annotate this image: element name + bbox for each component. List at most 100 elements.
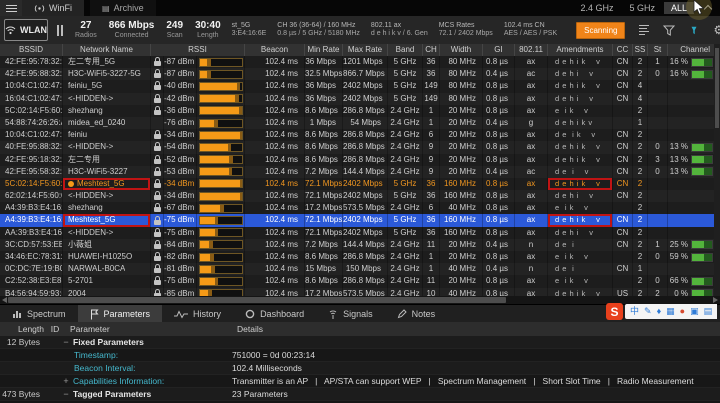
table-row[interactable]: 34:46:EC:78:31:5CHUAWEI-H1025O-82 dBm102…: [0, 251, 717, 263]
spatial-streams-cell: 2: [633, 275, 648, 287]
vertical-scrollbar-thumb[interactable]: [715, 48, 719, 128]
ime-pen-icon[interactable]: ✎: [644, 307, 652, 316]
column-header-min-rate[interactable]: Min Rate: [305, 44, 343, 56]
pause-scan-icon[interactable]: [57, 25, 63, 36]
table-row[interactable]: 62:02:14:F5:60:68<-HIDDEN->-34 dBm102.4 …: [0, 190, 717, 202]
table-row[interactable]: 54:88:74:26:26:A9midea_ed_0240-76 dBm102…: [0, 117, 717, 129]
rssi-bar: [199, 82, 243, 91]
ime-keyboard-icon[interactable]: ▦: [666, 307, 675, 316]
table-row[interactable]: 5C:02:14:F5:60:6Cshezhang-36 dBm102.4 ms…: [0, 105, 717, 117]
table-row[interactable]: 10:04:C1:02:47:F1feiniu_5G-40 dBm102.4 m…: [0, 80, 717, 92]
column-header-ch[interactable]: CH: [423, 44, 440, 56]
column-header-beacon[interactable]: Beacon: [245, 44, 305, 56]
expander-icon[interactable]: −: [62, 388, 70, 400]
column-header-gi[interactable]: GI: [483, 44, 515, 56]
column-header-amendments[interactable]: Amendments: [548, 44, 613, 56]
scroll-left-arrow[interactable]: [2, 297, 7, 303]
standard-cell: ax: [515, 227, 548, 239]
tab-history[interactable]: History: [162, 305, 233, 323]
min-rate-cell: 15 Mbps: [305, 263, 343, 275]
table-row[interactable]: 42:FE:95:78:32:29左二专用_5G-87 dBm102.4 ms3…: [0, 56, 717, 68]
column-header-network-name[interactable]: Network Name: [63, 44, 151, 56]
filter-icon[interactable]: [663, 25, 675, 36]
table-row[interactable]: 40:FE:95:88:32:29<-HIDDEN->-54 dBm102.4 …: [0, 141, 717, 153]
tab-winfi[interactable]: WinFi: [22, 0, 84, 16]
column-header-802-11[interactable]: 802.11: [515, 44, 548, 56]
ime-skin-icon[interactable]: ●: [680, 307, 685, 316]
channel-utilization-cell: 16 %: [668, 56, 717, 68]
id-cell: [44, 362, 62, 374]
band-tab-24ghz[interactable]: 2.4 GHz: [573, 2, 620, 14]
connection-channel-block: CH 36 (36-64) / 160 MHz 0.8 µs / 5 GHz /…: [277, 22, 360, 38]
column-header-max-rate[interactable]: Max Rate: [343, 44, 388, 56]
ime-more-icon[interactable]: ▤: [704, 307, 713, 316]
gear-icon[interactable]: ⚙: [713, 24, 720, 36]
wlan-adapter-button[interactable]: WLAN: [4, 19, 48, 41]
tab-dashboard[interactable]: Dashboard: [233, 305, 316, 323]
chevron-up-icon[interactable]: [704, 4, 712, 12]
table-row[interactable]: C2:52:38:E3:E8:A25-2701-75 dBm102.4 ms8.…: [0, 275, 717, 287]
details-row[interactable]: Timestamp:751000 = 0d 00:23:14: [0, 349, 720, 362]
parameter-label[interactable]: Beacon Interval:: [74, 362, 135, 374]
table-row[interactable]: 10:04:C1:02:47:F0feiniu-34 dBm102.4 ms8.…: [0, 129, 717, 141]
column-header-st[interactable]: St: [648, 44, 668, 56]
parameter-label[interactable]: Timestamp:: [74, 349, 118, 361]
band-tab-5ghz[interactable]: 5 GHz: [622, 2, 662, 14]
table-row[interactable]: 42:FE:95:58:32:29H3C-WiFi5-3227-53 dBm10…: [0, 166, 717, 178]
band-tab-all[interactable]: ALL: [664, 2, 694, 14]
table-row[interactable]: 0C:DC:7E:19:B0:C9NARWAL-B0CA-81 dBm102.4…: [0, 263, 717, 275]
rssi-value-cell: -81 dBm: [164, 263, 197, 275]
tab-signals[interactable]: Signals: [316, 305, 385, 323]
column-header-details[interactable]: Details: [232, 324, 720, 334]
tab-archive[interactable]: ▤ Archive: [90, 0, 156, 16]
table-row[interactable]: 42:FE:95:88:32:29H3C-WiFi5-3227-5G-87 dB…: [0, 68, 717, 80]
column-header-band[interactable]: Band: [388, 44, 423, 56]
filter-active-icon[interactable]: [689, 25, 699, 36]
table-row[interactable]: A4:39:B3:E4:16:6EMeshtest_5G-75 dBm102.4…: [0, 214, 717, 226]
ime-toolbox-icon[interactable]: ▣: [690, 307, 699, 316]
column-header-id[interactable]: ID: [44, 324, 62, 334]
tab-notes[interactable]: Notes: [385, 305, 448, 323]
parameter-cell: −Tagged Parameters: [62, 388, 232, 400]
ime-mic-icon[interactable]: ♦: [657, 307, 662, 316]
table-row[interactable]: 3C:CD:57:53:EE:1A小薇姐-84 dBm102.4 ms7.2 M…: [0, 239, 717, 251]
table-row[interactable]: A4:39:B3:E4:16:6Fshezhang-67 dBm102.4 ms…: [0, 202, 717, 214]
details-row[interactable]: 473 Bytes−Tagged Parameters23 Parameters: [0, 388, 720, 401]
column-header-width[interactable]: Width: [440, 44, 483, 56]
standard-cell: n: [515, 263, 548, 275]
country-code-cell: CN: [613, 68, 633, 80]
table-row[interactable]: AA:39:B3:E4:16:6E<-HIDDEN->-75 dBm102.4 …: [0, 227, 717, 239]
list-view-icon[interactable]: [639, 25, 649, 35]
sogou-logo-icon[interactable]: S: [606, 303, 623, 320]
column-header-channel[interactable]: Channel: [668, 44, 717, 56]
width-cell: 20 MHz: [440, 105, 483, 117]
amendments-cell: d e h i k v: [548, 141, 613, 153]
column-header-length[interactable]: Length: [0, 324, 44, 334]
hamburger-menu-icon[interactable]: [0, 0, 22, 16]
vertical-scrollbar[interactable]: [714, 44, 720, 296]
tab-parameters[interactable]: Parameters: [78, 305, 163, 323]
table-row[interactable]: 5C:02:14:F5:60:68Meshtest_5G-34 dBm102.4…: [0, 178, 717, 190]
horizontal-scrollbar-thumb[interactable]: [8, 297, 506, 303]
table-row[interactable]: B4:56:94:59:93:CA2004-85 dBm102.4 ms17.2…: [0, 288, 717, 296]
parameter-label[interactable]: Capabilities Information:: [73, 375, 164, 387]
tab-spectrum[interactable]: Spectrum: [0, 305, 78, 323]
table-row[interactable]: 42:FE:95:18:32:29左二专用-52 dBm102.4 ms8.6 …: [0, 154, 717, 166]
details-row[interactable]: +Capabilities Information:Transmitter is…: [0, 375, 720, 388]
gauge-fill: [692, 278, 704, 285]
column-header-bssid[interactable]: BSSID: [0, 44, 63, 56]
stat-label: Length: [195, 32, 221, 39]
column-header-rssi[interactable]: RSSI: [151, 44, 245, 56]
channel-utilization-value: 13 %: [670, 141, 688, 153]
column-header-parameter[interactable]: Parameter: [62, 324, 232, 334]
table-row[interactable]: 16:04:C1:02:47:F1<-HIDDEN->-42 dBm102.4 …: [0, 93, 717, 105]
channel-number-cell: 36: [423, 214, 440, 226]
ime-lang-icon[interactable]: 中: [630, 307, 639, 316]
column-header-ss[interactable]: SS: [633, 44, 648, 56]
column-header-cc[interactable]: CC: [613, 44, 633, 56]
details-row[interactable]: 12 Bytes−Fixed Parameters: [0, 336, 720, 349]
expander-icon[interactable]: −: [62, 336, 70, 348]
expander-icon[interactable]: +: [62, 375, 70, 387]
network-name-text: NARWAL-B0CA: [68, 263, 125, 275]
details-row[interactable]: Beacon Interval:102.4 Milliseconds: [0, 362, 720, 375]
